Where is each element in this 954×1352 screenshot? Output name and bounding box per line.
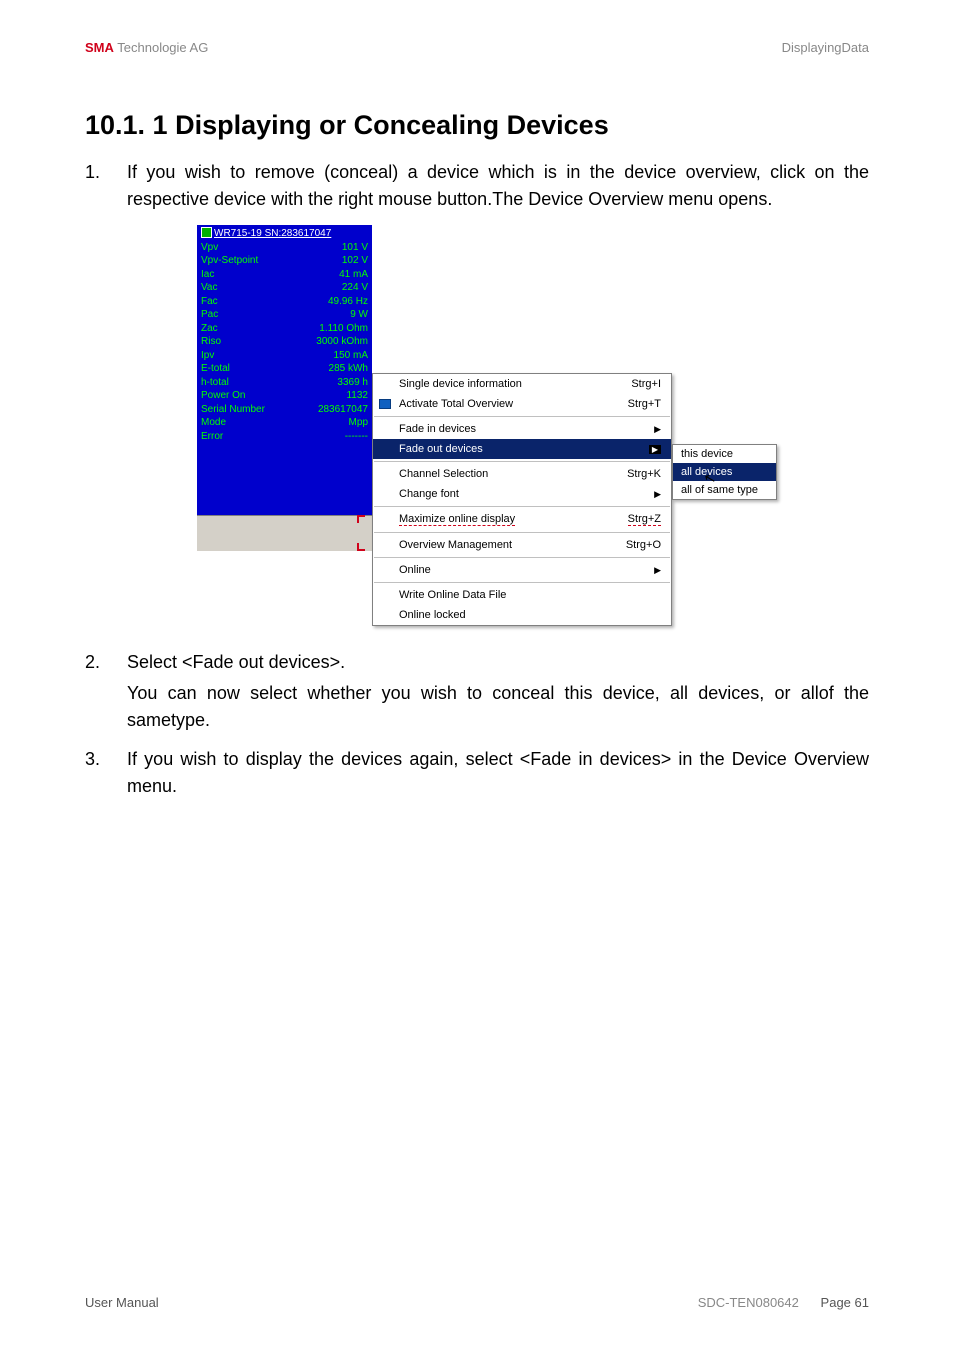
- submenu-arrow-icon: ▶: [649, 445, 661, 454]
- panel-footer-bg: [197, 515, 372, 551]
- step-num: 1.: [85, 159, 127, 213]
- menu-fade-out-devices[interactable]: Fade out devices▶: [373, 439, 671, 459]
- menu-separator: [374, 582, 670, 583]
- step-subtext: You can now select whether you wish to c…: [127, 680, 869, 734]
- submenu-arrow-icon: ▶: [654, 424, 661, 435]
- menu-overview-management[interactable]: Overview ManagementStrg+O: [373, 535, 671, 555]
- step-1: 1. If you wish to remove (conceal) a dev…: [85, 159, 869, 213]
- submenu-arrow-icon: ▶: [654, 489, 661, 500]
- brand: SMA Technologie AG: [85, 40, 208, 55]
- brand-bold: SMA: [85, 40, 114, 55]
- menu-separator: [374, 506, 670, 507]
- device-title-row: WR715-19 SN:283617047: [201, 227, 368, 241]
- annotation-corner: [357, 543, 365, 551]
- menu-separator: [374, 461, 670, 462]
- menu-separator: [374, 532, 670, 533]
- menu-maximize-online-display[interactable]: Maximize online displayStrg+Z: [373, 509, 671, 530]
- inverter-icon: [201, 227, 212, 238]
- menu-change-font[interactable]: Change font▶: [373, 484, 671, 504]
- menu-fade-in-devices[interactable]: Fade in devices▶: [373, 419, 671, 439]
- header-section: DisplayingData: [782, 40, 869, 55]
- menu-online-locked[interactable]: Online locked: [373, 605, 671, 625]
- figure: WR715-19 SN:283617047 Vpv101 V Vpv-Setpo…: [85, 225, 869, 625]
- step-num: 2.: [85, 649, 127, 734]
- footer-docid: SDC-TEN080642: [698, 1295, 799, 1310]
- step-3: 3. If you wish to display the devices ag…: [85, 746, 869, 800]
- brand-rest: Technologie AG: [114, 40, 208, 55]
- footer-page-label: Page: [821, 1295, 855, 1310]
- menu-online[interactable]: Online▶: [373, 560, 671, 580]
- annotation-corner: [357, 515, 365, 523]
- menu-write-online-data-file[interactable]: Write Online Data File: [373, 585, 671, 605]
- menu-single-device-info[interactable]: Single device informationStrg+I: [373, 374, 671, 394]
- step-text: If you wish to display the devices again…: [127, 746, 869, 800]
- step-text: Select <Fade out devices>.: [127, 649, 869, 676]
- page-header: SMA Technologie AG DisplayingData: [85, 40, 869, 55]
- submenu-this-device[interactable]: this device: [673, 445, 776, 463]
- menu-separator: [374, 416, 670, 417]
- page-footer: User Manual SDC-TEN080642 Page 61: [85, 1295, 869, 1310]
- device-overview-panel[interactable]: WR715-19 SN:283617047 Vpv101 V Vpv-Setpo…: [197, 225, 372, 515]
- footer-left: User Manual: [85, 1295, 159, 1310]
- step-num: 3.: [85, 746, 127, 800]
- overview-icon: [379, 399, 391, 409]
- section-title: 10.1. 1 Displaying or Concealing Devices: [85, 110, 869, 141]
- menu-separator: [374, 557, 670, 558]
- device-context-menu: Single device informationStrg+I Activate…: [372, 373, 672, 626]
- menu-channel-selection[interactable]: Channel SelectionStrg+K: [373, 464, 671, 484]
- footer-page-num: 61: [855, 1295, 869, 1310]
- step-2: 2. Select <Fade out devices>. You can no…: [85, 649, 869, 734]
- device-title: WR715-19 SN:283617047: [214, 228, 331, 239]
- submenu-all-same-type[interactable]: all of same type: [673, 481, 776, 499]
- fade-out-submenu: this device all devices all of same type: [672, 444, 777, 500]
- menu-activate-total-overview[interactable]: Activate Total OverviewStrg+T: [373, 394, 671, 414]
- submenu-all-devices[interactable]: all devices: [673, 463, 776, 481]
- step-text: If you wish to remove (conceal) a device…: [127, 159, 869, 213]
- submenu-arrow-icon: ▶: [654, 565, 661, 576]
